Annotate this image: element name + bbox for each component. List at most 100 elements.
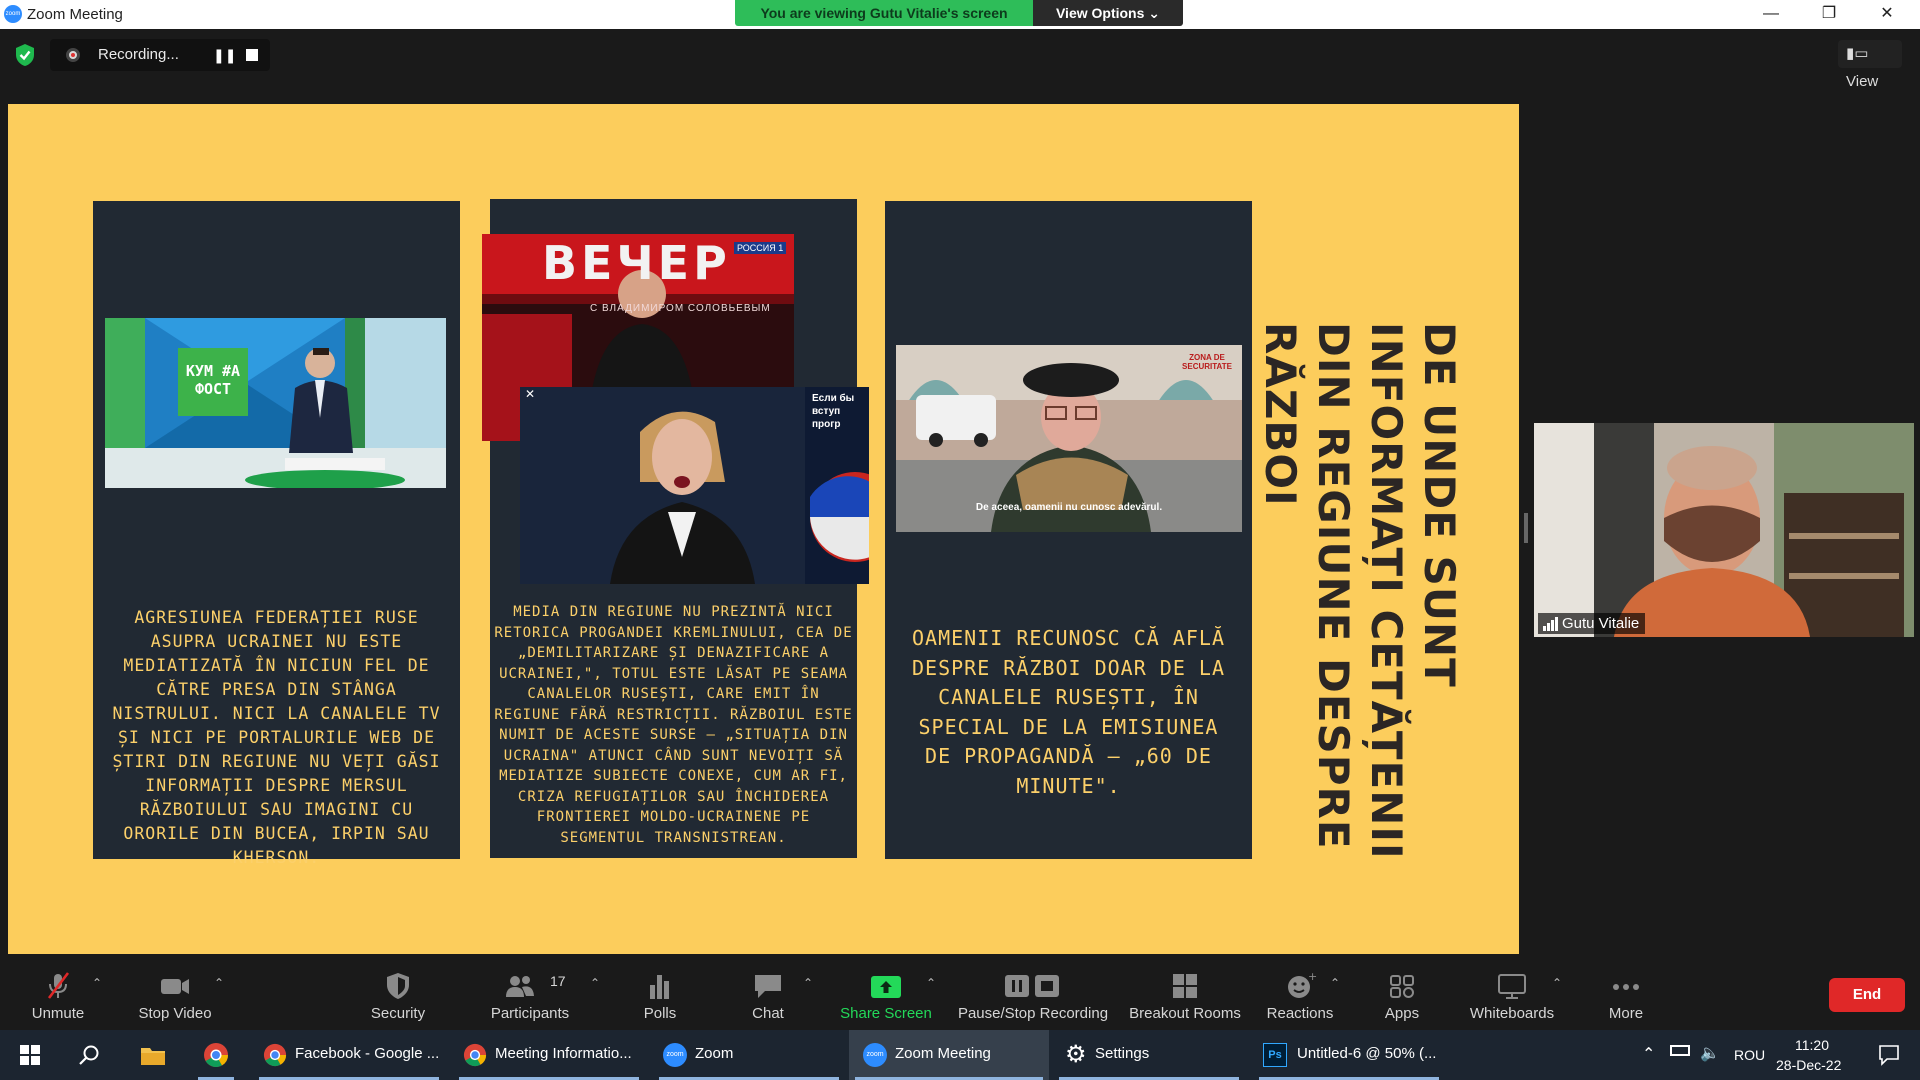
breakout-rooms-button[interactable]: Breakout Rooms bbox=[1124, 959, 1246, 1030]
more-ellipsis-icon bbox=[1613, 984, 1639, 990]
clock[interactable]: 11:20 28-Dec-22 bbox=[1772, 1030, 1852, 1080]
share-screen-button[interactable]: Share Screen bbox=[836, 959, 936, 1030]
encryption-shield-icon[interactable] bbox=[14, 43, 36, 67]
chrome-icon bbox=[463, 1043, 487, 1067]
close-overlay-icon: ✕ bbox=[525, 387, 536, 401]
whiteboards-label: Whiteboards bbox=[1469, 1005, 1555, 1022]
unmute-button[interactable]: Unmute bbox=[22, 959, 94, 1030]
interview-subtitle: De aceea, oamenii nu cunosc adevărul. bbox=[975, 502, 1163, 513]
window-titlebar: zoom Zoom Meeting You are viewing Gutu V… bbox=[0, 0, 1920, 29]
chat-label: Chat bbox=[752, 1005, 784, 1022]
reactions-button[interactable]: + Reactions bbox=[1262, 959, 1338, 1030]
slide-card-1: Agresiunea Federației Ruse asupra Ucrain… bbox=[93, 201, 460, 867]
close-icon[interactable]: ✕ bbox=[1864, 0, 1910, 29]
restore-icon[interactable]: ❐ bbox=[1806, 0, 1852, 29]
pause-recording-icon[interactable]: ❚❚ bbox=[213, 45, 236, 65]
participant-video[interactable]: Gutu Vitalie bbox=[1534, 423, 1914, 637]
chrome-icon bbox=[263, 1043, 287, 1067]
participant-name-tag: Gutu Vitalie bbox=[1538, 613, 1646, 634]
whiteboard-icon bbox=[1498, 974, 1526, 999]
chevron-down-icon: ⌄ bbox=[1148, 5, 1161, 21]
gear-icon: ⚙ bbox=[1065, 1041, 1087, 1068]
apps-label: Apps bbox=[1384, 1005, 1420, 1022]
more-button[interactable]: More bbox=[1596, 959, 1656, 1030]
polls-bar-chart-icon bbox=[650, 975, 669, 999]
battery-icon[interactable] bbox=[1666, 1030, 1694, 1080]
reactions-smiley-icon: + bbox=[1288, 971, 1317, 998]
tv-side-caption: Если бы вступ прогр bbox=[812, 393, 855, 430]
recording-indicator: Recording... ❚❚ bbox=[50, 39, 270, 71]
taskbar-item-settings[interactable]: ⚙ Settings bbox=[1053, 1030, 1245, 1080]
taskbar-item-photoshop[interactable]: Ps Untitled-6 @ 50% (... bbox=[1253, 1030, 1445, 1080]
breakout-rooms-label: Breakout Rooms bbox=[1129, 1005, 1241, 1022]
taskbar-item-facebook[interactable]: Facebook - Google ... bbox=[253, 1030, 445, 1080]
language-indicator[interactable]: ROU bbox=[1730, 1030, 1770, 1080]
taskbar-item-zoom-meeting[interactable]: zoom Zoom Meeting bbox=[849, 1030, 1049, 1080]
apps-button[interactable]: Apps bbox=[1372, 959, 1432, 1030]
taskbar-item-label: Facebook - Google ... bbox=[295, 1045, 440, 1062]
signal-strength-icon bbox=[1543, 617, 1558, 631]
notifications-button[interactable] bbox=[1866, 1030, 1912, 1080]
show-logo: КУМ #А ФОСТ bbox=[185, 362, 241, 398]
view-button[interactable]: ▮▭ View bbox=[1838, 40, 1902, 90]
security-button[interactable]: Security bbox=[360, 959, 436, 1030]
video-camera-icon bbox=[161, 979, 189, 994]
share-screen-label: Share Screen bbox=[840, 1005, 932, 1022]
whiteboards-caret-icon[interactable]: ⌃ bbox=[1552, 976, 1562, 990]
stop-video-button[interactable]: Stop Video bbox=[130, 959, 220, 1030]
search-button[interactable] bbox=[66, 1030, 112, 1080]
taskbar-item-label: Zoom Meeting bbox=[895, 1045, 991, 1062]
recording-label: Recording... bbox=[98, 46, 179, 63]
taskbar-file-explorer[interactable] bbox=[130, 1030, 176, 1080]
taskbar-item-meeting-information[interactable]: Meeting Informatio... bbox=[453, 1030, 645, 1080]
volume-icon[interactable]: 🔈 bbox=[1696, 1030, 1724, 1080]
folder-icon bbox=[141, 1048, 165, 1065]
muted-microphone-icon bbox=[47, 972, 70, 999]
meeting-area: Recording... ❚❚ ▮▭ View Agresiunea Feder… bbox=[0, 29, 1920, 959]
pause-stop-recording-icon bbox=[1005, 975, 1059, 997]
stop-recording-icon[interactable] bbox=[246, 49, 258, 61]
polls-button[interactable]: Polls bbox=[630, 959, 690, 1030]
shared-screen-slide: Agresiunea Federației Ruse asupra Ucrain… bbox=[8, 104, 1519, 954]
participant-video-feed bbox=[1534, 423, 1914, 637]
recording-dot-icon bbox=[66, 48, 80, 62]
zoom-logo-icon: zoom bbox=[4, 5, 22, 23]
share-screen-icon bbox=[871, 976, 901, 998]
pause-stop-recording-button[interactable]: Pause/Stop Recording bbox=[955, 959, 1111, 1030]
grid-view-icon: ▮▭ bbox=[1846, 45, 1869, 62]
participants-button[interactable]: 17 Participants bbox=[482, 959, 578, 1030]
taskbar-item-zoom[interactable]: zoom Zoom bbox=[653, 1030, 845, 1080]
apps-icon bbox=[1390, 975, 1414, 998]
chat-button[interactable]: Chat bbox=[738, 959, 798, 1030]
share-screen-caret-icon[interactable]: ⌃ bbox=[926, 976, 936, 990]
tv-presenter-image: ✕ Если бы вступ прогр bbox=[520, 387, 869, 584]
participants-icon bbox=[506, 976, 535, 997]
taskbar-chrome[interactable] bbox=[192, 1030, 240, 1080]
audio-options-caret-icon[interactable]: ⌃ bbox=[92, 976, 102, 990]
participants-caret-icon[interactable]: ⌃ bbox=[590, 976, 600, 990]
show-hidden-icons-button[interactable]: ⌃ bbox=[1636, 1030, 1664, 1080]
view-options-button[interactable]: View Options ⌄ bbox=[1033, 0, 1183, 26]
whiteboards-button[interactable]: Whiteboards bbox=[1462, 959, 1562, 1030]
stop-video-label: Stop Video bbox=[138, 1005, 212, 1022]
taskbar-item-label: Settings bbox=[1095, 1045, 1150, 1062]
resize-handle[interactable] bbox=[1524, 513, 1528, 543]
start-button[interactable] bbox=[10, 1030, 52, 1080]
participants-count: 17 bbox=[550, 973, 566, 989]
clock-date: 28-Dec-22 bbox=[1776, 1057, 1842, 1073]
security-shield-icon bbox=[387, 973, 409, 999]
clock-time: 11:20 bbox=[1795, 1037, 1829, 1053]
end-meeting-button[interactable]: End bbox=[1829, 978, 1905, 1012]
slide-title: De unde sunt informați cetățenii din reg… bbox=[1256, 322, 1464, 860]
polls-label: Polls bbox=[643, 1005, 677, 1022]
minimize-icon[interactable]: — bbox=[1748, 0, 1794, 29]
window-title: Zoom Meeting bbox=[27, 6, 123, 23]
chat-caret-icon[interactable]: ⌃ bbox=[803, 976, 813, 990]
breakout-rooms-icon bbox=[1173, 974, 1197, 998]
card-2-text: Media din regiune nu prezintă nici retor… bbox=[494, 604, 853, 846]
reactions-caret-icon[interactable]: ⌃ bbox=[1330, 976, 1340, 990]
language-label: ROU bbox=[1734, 1047, 1766, 1063]
video-options-caret-icon[interactable]: ⌃ bbox=[214, 976, 224, 990]
security-label: Security bbox=[370, 1005, 426, 1022]
card-3-text: Oamenii recunosc că află despre război d… bbox=[912, 626, 1225, 798]
